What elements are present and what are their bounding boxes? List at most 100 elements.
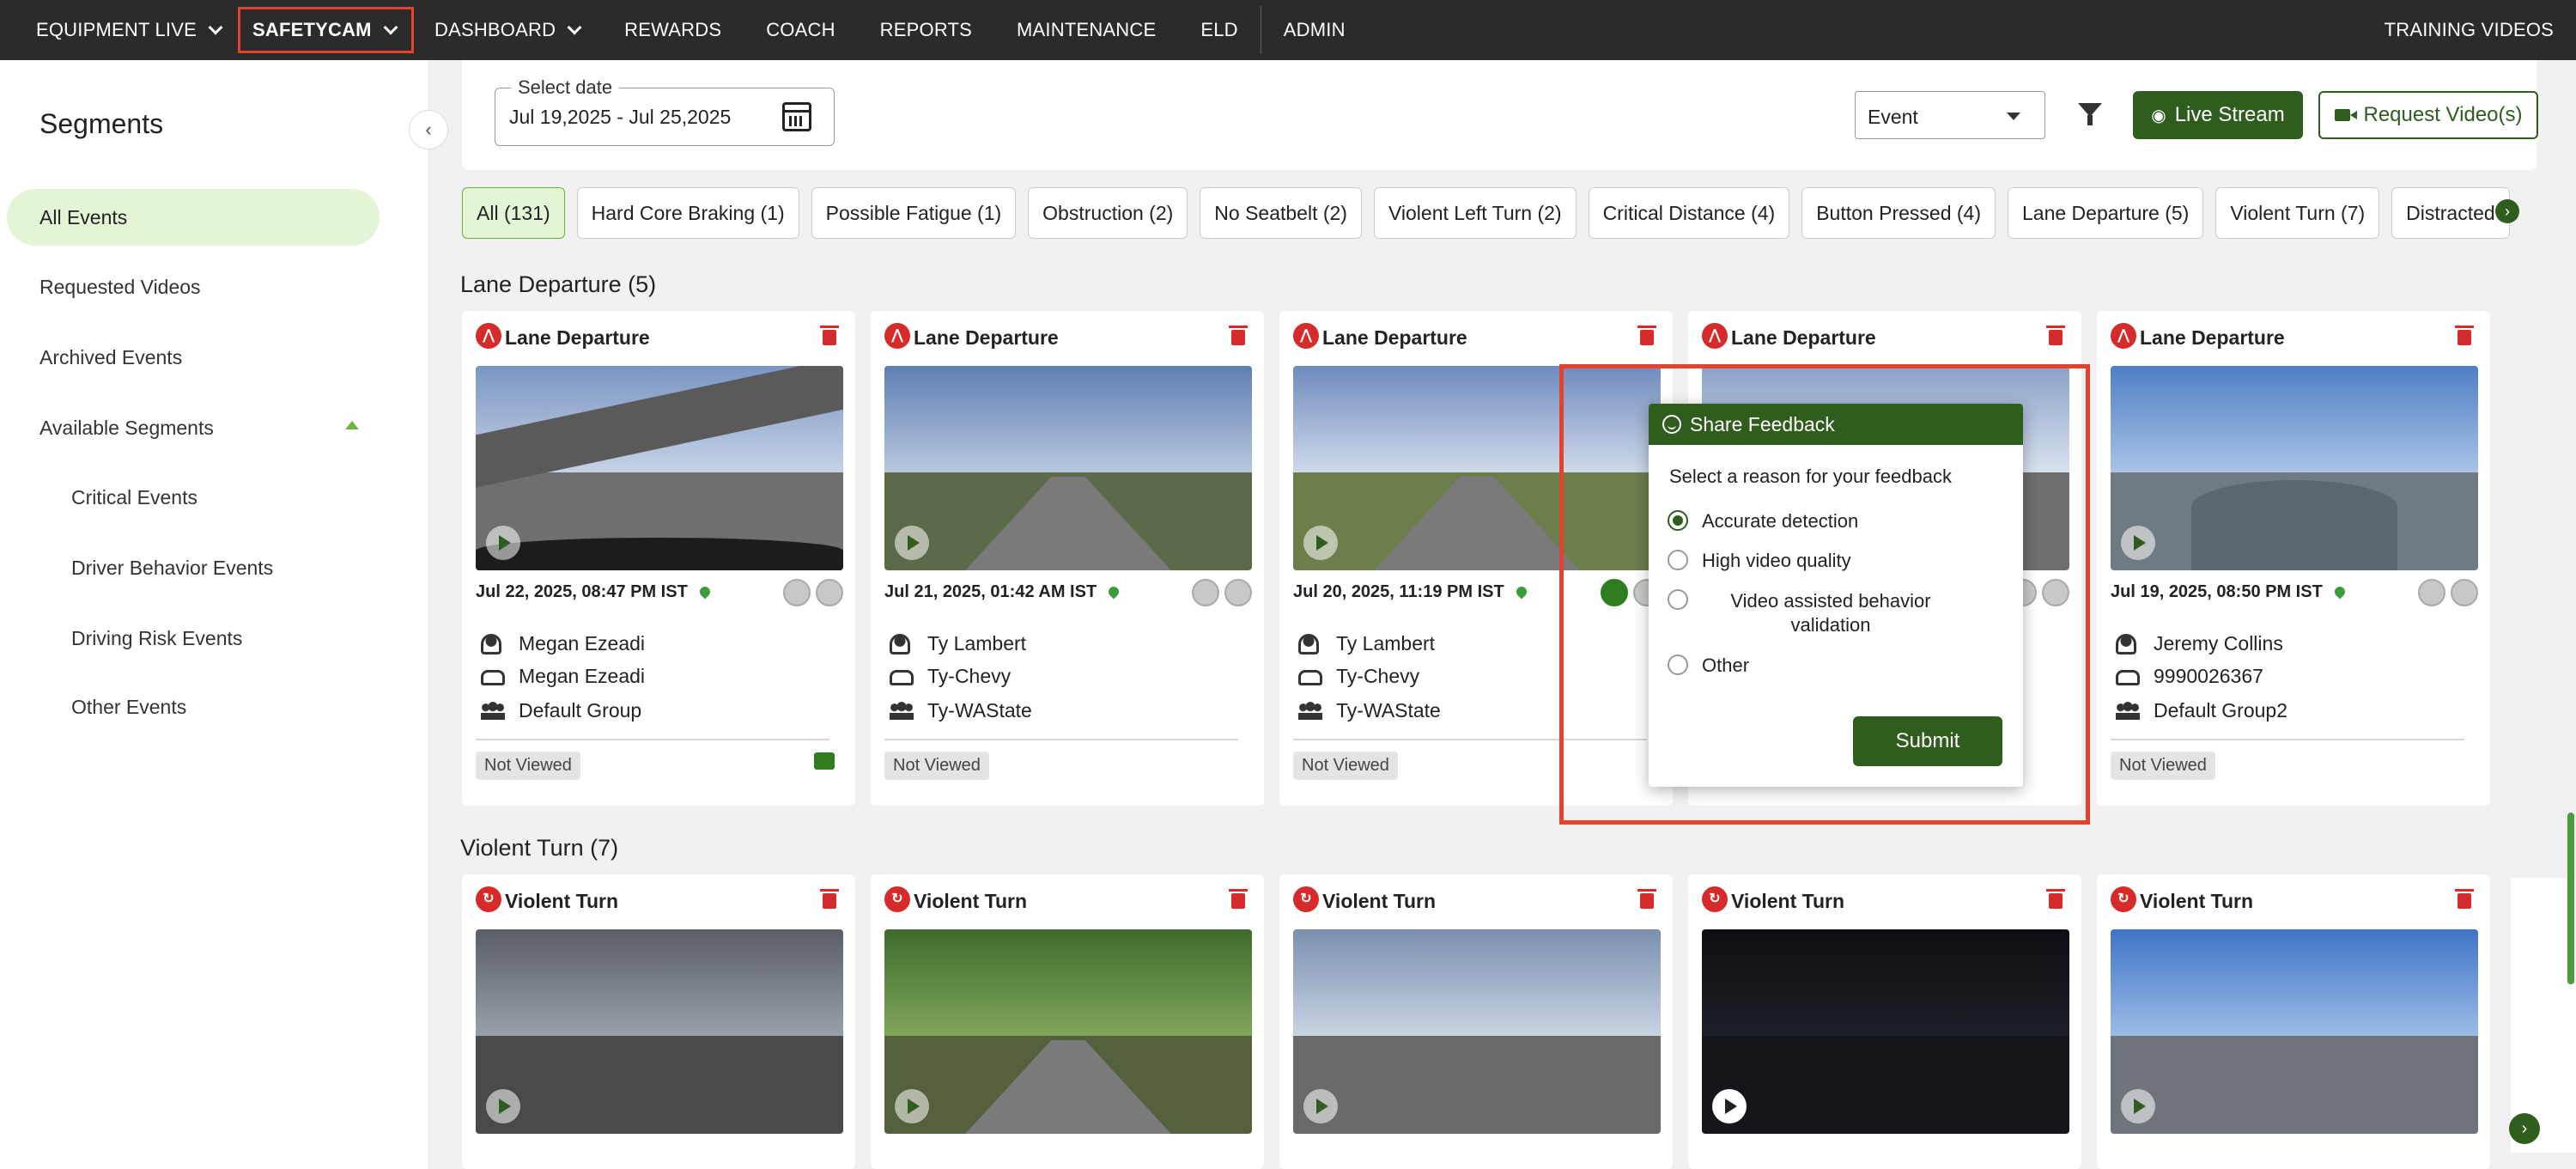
nav-reports[interactable]: REPORTS	[858, 0, 994, 60]
chip-critical-distance[interactable]: Critical Distance (4)	[1588, 187, 1790, 239]
chip-violent-turn[interactable]: Violent Turn (7)	[2215, 187, 2380, 239]
sidebar-item-requested-videos[interactable]: Requested Videos	[39, 276, 201, 299]
video-thumbnail[interactable]	[1293, 929, 1661, 1134]
play-icon[interactable]	[486, 526, 520, 560]
play-icon[interactable]	[1712, 1089, 1747, 1123]
sidebar-item-driving-risk-events[interactable]: Driving Risk Events	[71, 627, 242, 650]
event-card[interactable]: ⋀ Lane Departure Jul 20, 2025, 11:19 PM …	[1279, 311, 1673, 806]
event-card[interactable]: ⋀ Lane Departure Jul 22, 2025, 08:47 PM …	[462, 311, 855, 806]
nav-admin[interactable]: ADMIN	[1261, 0, 1368, 60]
location-pin-icon[interactable]	[1514, 584, 1529, 600]
sidebar-item-all-events[interactable]: All Events	[7, 189, 380, 246]
location-pin-icon[interactable]	[697, 584, 713, 600]
scrollbar-thumb[interactable]	[2567, 813, 2574, 984]
video-thumbnail[interactable]	[1702, 929, 2069, 1134]
radio-high-video-quality[interactable]: High video quality	[1668, 550, 1851, 572]
cards-scroll-right-button[interactable]: ›	[2509, 1113, 2540, 1144]
chip-obstruction[interactable]: Obstruction (2)	[1028, 187, 1188, 239]
event-card[interactable]: ↻ Violent Turn	[462, 874, 855, 1169]
video-thumbnail[interactable]	[884, 366, 1252, 570]
comment-icon[interactable]	[814, 752, 835, 770]
event-card[interactable]: ⋀ Lane Departure Jul 19, 2025, 08:50 PM …	[2097, 311, 2490, 806]
nav-training-videos[interactable]: TRAINING VIDEOS	[2362, 0, 2576, 60]
trash-icon[interactable]	[2455, 889, 2474, 909]
radio-button[interactable]	[1668, 655, 1688, 675]
play-icon[interactable]	[486, 1089, 520, 1123]
trash-icon[interactable]	[2046, 326, 2065, 345]
sidebar-item-available-segments[interactable]: Available Segments	[39, 417, 214, 440]
trash-icon[interactable]	[2046, 889, 2065, 909]
page-scrollbar[interactable]	[2564, 254, 2576, 1169]
thumbs-up-icon[interactable]	[783, 579, 811, 606]
trash-icon[interactable]	[820, 326, 839, 345]
location-pin-icon[interactable]	[2332, 584, 2348, 600]
nav-safetycam[interactable]: SAFETYCAM	[238, 7, 414, 53]
radio-video-assisted-validation[interactable]: Video assisted behavior validation	[1668, 589, 1959, 637]
chip-violent-left-turn[interactable]: Violent Left Turn (2)	[1373, 187, 1577, 239]
event-card[interactable]: ↻ Violent Turn	[1279, 874, 1673, 1169]
chip-distracted[interactable]: Distracted	[2391, 187, 2510, 239]
thumbs-down-icon[interactable]	[816, 579, 843, 606]
video-thumbnail[interactable]	[884, 929, 1252, 1134]
event-card[interactable]: ↻ Violent Turn	[1688, 874, 2081, 1169]
video-thumbnail[interactable]	[1293, 366, 1661, 570]
chevron-up-icon[interactable]	[345, 421, 359, 429]
request-videos-button[interactable]: Request Video(s)	[2318, 91, 2538, 139]
date-range-field[interactable]: Select date Jul 19,2025 - Jul 25,2025	[495, 76, 835, 146]
play-icon[interactable]	[1303, 1089, 1338, 1123]
trash-icon[interactable]	[1637, 326, 1656, 345]
play-icon[interactable]	[2121, 526, 2155, 560]
trash-icon[interactable]	[1229, 889, 1248, 909]
chip-all[interactable]: All (131)	[462, 187, 565, 239]
sidebar-item-other-events[interactable]: Other Events	[71, 696, 186, 719]
video-thumbnail[interactable]	[2111, 366, 2478, 570]
chip-hard-core-braking[interactable]: Hard Core Braking (1)	[576, 187, 799, 239]
play-icon[interactable]	[2121, 1089, 2155, 1123]
nav-rewards[interactable]: REWARDS	[602, 0, 744, 60]
thumbs-up-icon[interactable]	[2418, 579, 2445, 606]
trash-icon[interactable]	[1229, 326, 1248, 345]
radio-button[interactable]	[1668, 550, 1688, 570]
event-card[interactable]: ⋀ Lane Departure Jul 21, 2025, 01:42 AM …	[871, 311, 1264, 806]
chip-lane-departure[interactable]: Lane Departure (5)	[2007, 187, 2204, 239]
thumbs-up-icon[interactable]	[1601, 579, 1628, 606]
play-icon[interactable]	[1303, 526, 1338, 560]
video-thumbnail[interactable]	[476, 366, 843, 570]
nav-maintenance[interactable]: MAINTENANCE	[994, 0, 1178, 60]
trash-icon[interactable]	[820, 889, 839, 909]
nav-eld[interactable]: ELD	[1178, 0, 1260, 60]
nav-coach[interactable]: COACH	[744, 0, 857, 60]
chip-possible-fatigue[interactable]: Possible Fatigue (1)	[811, 187, 1017, 239]
chip-button-pressed[interactable]: Button Pressed (4)	[1801, 187, 1996, 239]
nav-dashboard[interactable]: DASHBOARD	[412, 0, 602, 60]
filter-icon[interactable]	[2078, 103, 2102, 125]
play-icon[interactable]	[895, 526, 929, 560]
location-pin-icon[interactable]	[1106, 584, 1121, 600]
thumbs-down-icon[interactable]	[1224, 579, 1252, 606]
sidebar-item-driver-behavior-events[interactable]: Driver Behavior Events	[71, 557, 273, 580]
video-thumbnail[interactable]	[476, 929, 843, 1134]
play-icon[interactable]	[895, 1089, 929, 1123]
event-card[interactable]: ↻ Violent Turn	[871, 874, 1264, 1169]
thumbs-up-icon[interactable]	[1192, 579, 1219, 606]
sidebar-item-archived-events[interactable]: Archived Events	[39, 346, 182, 369]
collapse-sidebar-button[interactable]: ‹	[409, 110, 448, 149]
thumbs-down-icon[interactable]	[2451, 579, 2478, 606]
radio-other[interactable]: Other	[1668, 655, 1749, 677]
chips-scroll-right-button[interactable]: ›	[2495, 199, 2519, 223]
event-card[interactable]: ↻ Violent Turn	[2097, 874, 2490, 1169]
chip-no-seatbelt[interactable]: No Seatbelt (2)	[1200, 187, 1362, 239]
event-type-select[interactable]: Event	[1855, 91, 2045, 139]
sidebar-item-critical-events[interactable]: Critical Events	[71, 486, 197, 509]
thumbs-down-icon[interactable]	[2042, 579, 2069, 606]
radio-accurate-detection[interactable]: Accurate detection	[1668, 510, 1858, 533]
video-thumbnail[interactable]	[2111, 929, 2478, 1134]
radio-button[interactable]	[1668, 589, 1688, 610]
trash-icon[interactable]	[2455, 326, 2474, 345]
trash-icon[interactable]	[1637, 889, 1656, 909]
submit-button[interactable]: Submit	[1853, 716, 2002, 766]
live-stream-button[interactable]: ◉ Live Stream	[2133, 91, 2303, 139]
nav-equipment-live[interactable]: EQUIPMENT LIVE	[14, 0, 243, 60]
radio-button[interactable]	[1668, 510, 1688, 531]
calendar-icon[interactable]	[782, 102, 811, 131]
